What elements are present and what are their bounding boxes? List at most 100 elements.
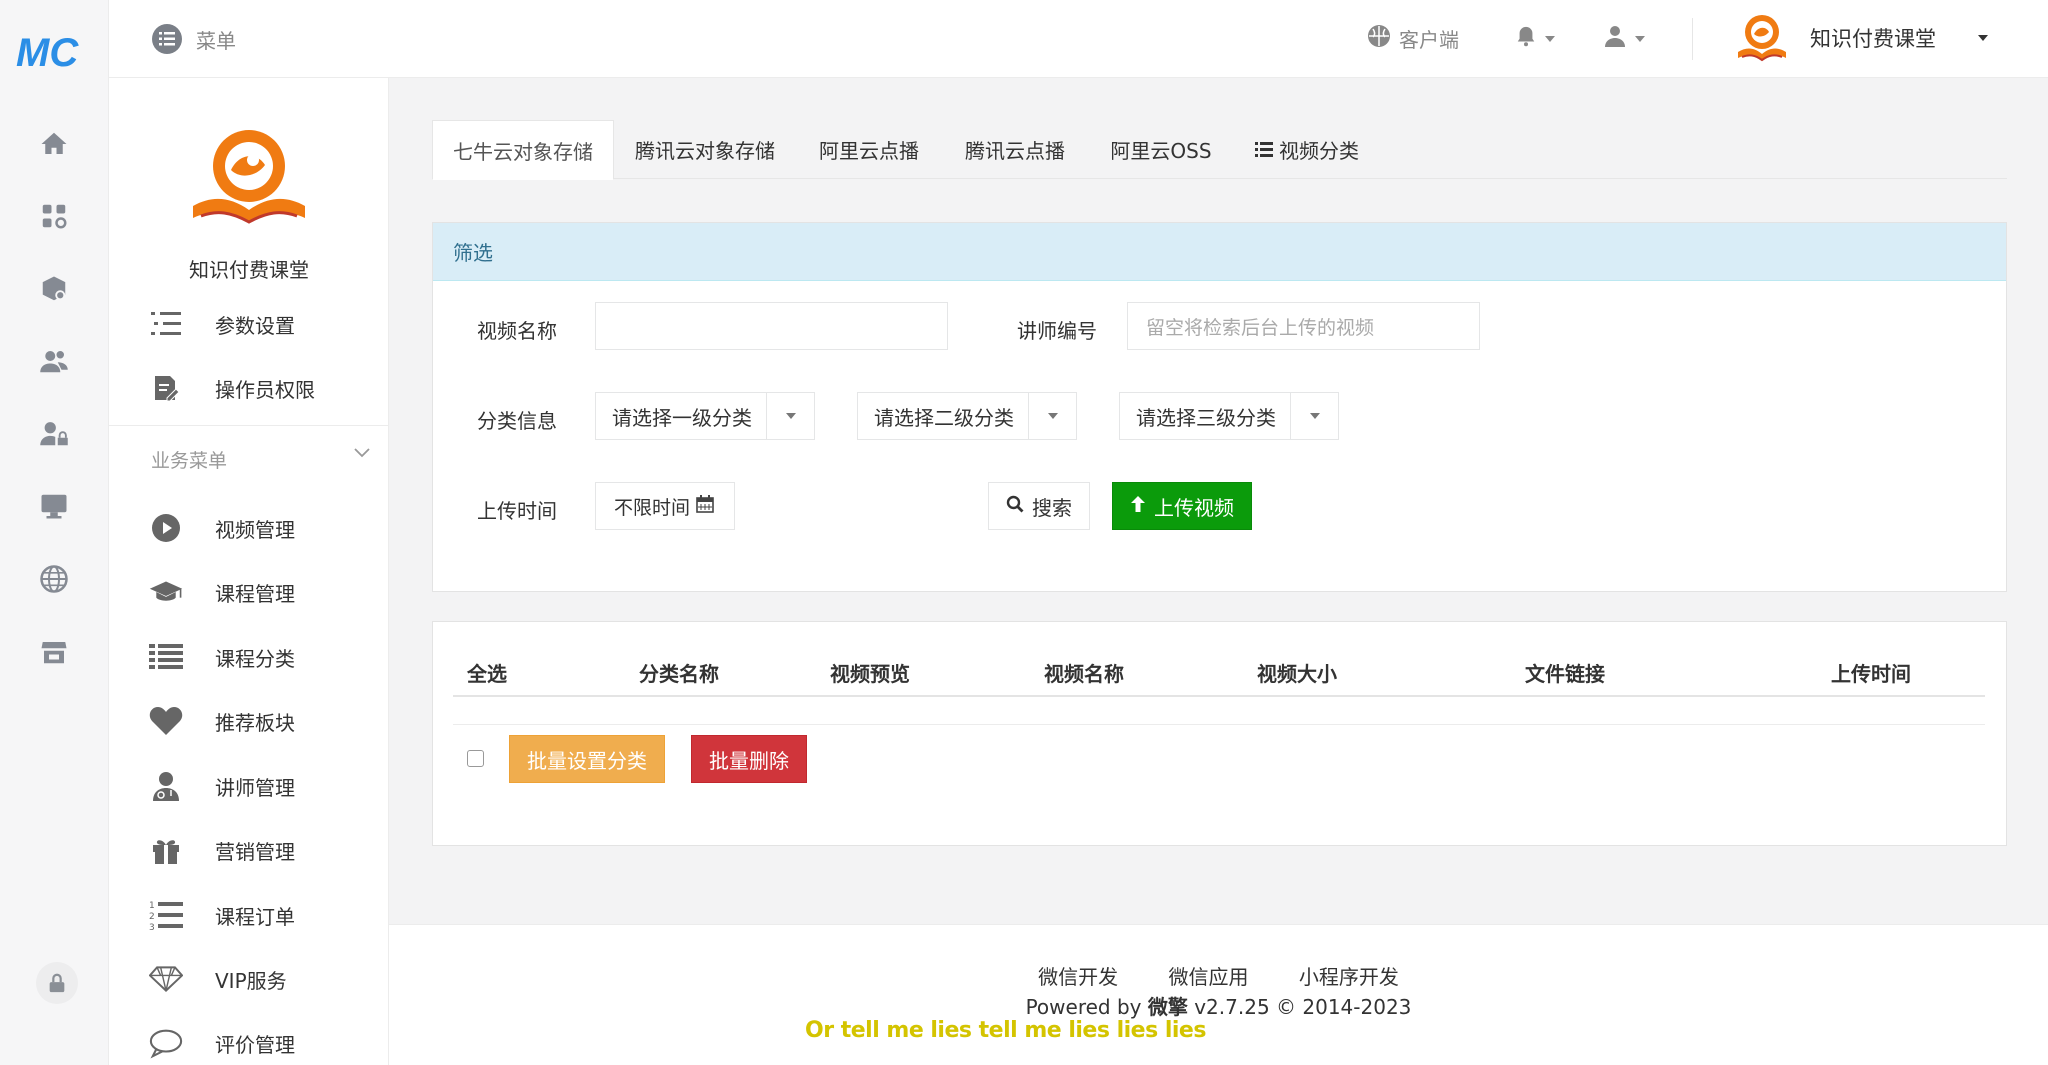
upload-video-button[interactable]: 上传视频 (1112, 482, 1252, 530)
sidebar-item-label: 评价管理 (215, 1032, 295, 1057)
tab-aliyun-oss[interactable]: 阿里云OSS (1088, 120, 1234, 179)
footer-link-miniprogram[interactable]: 小程序开发 (1299, 965, 1399, 989)
category-level2-select[interactable]: 请选择二级分类 (857, 392, 1077, 440)
tab-tencent-cos[interactable]: 腾讯云对象存储 (614, 120, 796, 179)
sidebar-item-settings[interactable]: 参数设置 (109, 299, 388, 349)
teacher-id-label: 讲师编号 (1017, 319, 1097, 343)
site-logo[interactable]: MC (16, 30, 88, 74)
column-category-name: 分类名称 (639, 662, 719, 686)
sidebar-item-review-management[interactable]: 评价管理 (109, 1018, 388, 1065)
package-settings-icon[interactable] (38, 273, 70, 305)
table-row-divider (453, 724, 1985, 725)
search-icon (1006, 494, 1024, 518)
user-icon (1603, 24, 1627, 53)
sidebar-item-course-category[interactable]: 课程分类 (109, 632, 388, 682)
sidebar-item-recommend-block[interactable]: 推荐板块 (109, 696, 388, 746)
client-label: 客户端 (1399, 28, 1459, 52)
upload-time-picker[interactable]: 不限时间 (595, 482, 735, 530)
client-globe-icon (1367, 24, 1391, 53)
menu-label: 菜单 (196, 28, 236, 53)
sidebar-item-label: 操作员权限 (215, 377, 315, 402)
apps-icon[interactable] (38, 200, 70, 232)
svg-text:2: 2 (149, 912, 155, 922)
column-video-size: 视频大小 (1257, 662, 1337, 686)
video-name-label: 视频名称 (477, 319, 557, 343)
column-video-name: 视频名称 (1044, 662, 1124, 686)
tab-label: 腾讯云对象存储 (635, 139, 775, 163)
diamond-icon (149, 962, 183, 996)
list-icon (149, 640, 183, 674)
sidebar-item-teacher-management[interactable]: 讲师管理 (109, 761, 388, 811)
sidebar-divider (109, 425, 388, 426)
batch-set-category-button[interactable]: 批量设置分类 (509, 735, 665, 783)
chevron-down-icon (1635, 35, 1645, 42)
store-icon[interactable] (38, 636, 70, 668)
sidebar-item-course-orders[interactable]: 123 课程订单 (109, 890, 388, 940)
monitor-icon[interactable] (38, 490, 70, 522)
select-all-checkbox[interactable] (467, 750, 484, 767)
tab-aliyun-vod[interactable]: 阿里云点播 (796, 120, 942, 179)
header-divider (1692, 18, 1693, 60)
filter-panel-title: 筛选 (433, 223, 2006, 281)
tab-label: 视频分类 (1279, 139, 1359, 163)
footer-links: 微信开发 微信应用 小程序开发 (389, 961, 2048, 990)
upload-time-label: 上传时间 (477, 499, 557, 523)
home-icon[interactable] (38, 128, 70, 160)
chevron-down-icon[interactable] (353, 444, 371, 462)
svg-text:3: 3 (149, 923, 155, 931)
sidebar-item-label: 课程管理 (215, 581, 295, 606)
category-label: 分类信息 (477, 409, 557, 433)
batch-delete-button[interactable]: 批量删除 (691, 735, 807, 783)
lock-screen-icon[interactable] (36, 962, 78, 1004)
column-video-preview: 视频预览 (830, 662, 910, 686)
brand-block: 知识付费课堂 (109, 78, 388, 300)
tab-tencent-vod[interactable]: 腾讯云点播 (942, 120, 1088, 179)
globe-icon[interactable] (38, 563, 70, 595)
sidebar-item-course-management[interactable]: 课程管理 (109, 567, 388, 617)
sidebar-item-video-management[interactable]: 视频管理 (109, 503, 388, 553)
sidebar-item-vip-service[interactable]: VIP服务 (109, 954, 388, 1004)
users-icon[interactable] (38, 345, 70, 377)
bell-icon (1515, 24, 1537, 53)
sidebar-item-operator-permissions[interactable]: 操作员权限 (109, 363, 388, 413)
footer-link-wechat-apps[interactable]: 微信应用 (1169, 965, 1249, 989)
category-level3-select[interactable]: 请选择三级分类 (1119, 392, 1339, 440)
arrow-up-icon (1130, 494, 1146, 518)
account-dropdown[interactable] (1603, 24, 1645, 53)
powered-by: Powered by 微擎 v2.7.25 © 2014-2023 (389, 991, 2048, 1020)
category-level1-value: 请选择一级分类 (612, 405, 752, 430)
search-button-label: 搜索 (1032, 495, 1072, 520)
sidebar-item-marketing-management[interactable]: 营销管理 (109, 825, 388, 875)
list-icon (1255, 138, 1273, 162)
list-icon (149, 307, 183, 341)
search-button[interactable]: 搜索 (988, 482, 1090, 530)
storage-tabs: 七牛云对象存储 腾讯云对象存储 阿里云点播 腾讯云点播 阿里云OSS 视频分类 (432, 120, 2007, 180)
video-name-input[interactable] (595, 302, 948, 350)
svg-text:1: 1 (149, 901, 155, 911)
chevron-down-icon (766, 393, 814, 439)
upload-video-button-label: 上传视频 (1154, 495, 1234, 520)
gift-icon (149, 833, 183, 867)
powered-suffix: v2.7.25 © 2014-2023 (1187, 995, 1412, 1019)
upload-time-value: 不限时间 (614, 496, 691, 519)
powered-brand[interactable]: 微擎 (1148, 995, 1188, 1019)
calendar-icon (696, 494, 714, 518)
tab-qiniu[interactable]: 七牛云对象存储 (432, 120, 614, 180)
brand-name: 知识付费课堂 (189, 258, 309, 282)
client-button[interactable]: 客户端 (1367, 24, 1459, 53)
menu-toggle-button[interactable]: 菜单 (152, 24, 236, 54)
sidebar-item-label: 推荐板块 (215, 710, 295, 735)
tab-label: 七牛云对象存储 (453, 139, 593, 164)
user-lock-icon[interactable] (38, 418, 70, 450)
sidebar-item-label: 讲师管理 (215, 775, 295, 800)
column-file-link: 文件链接 (1525, 662, 1605, 686)
footer-link-wechat-dev[interactable]: 微信开发 (1038, 965, 1118, 989)
category-level1-select[interactable]: 请选择一级分类 (595, 392, 815, 440)
teacher-id-input[interactable]: 留空将检索后台上传的视频 (1127, 302, 1480, 350)
column-select-all[interactable]: 全选 (467, 658, 507, 687)
category-level3-value: 请选择三级分类 (1136, 405, 1276, 430)
user-menu[interactable]: 知识付费课堂 (1734, 12, 1988, 64)
notifications-dropdown[interactable] (1515, 24, 1555, 53)
tab-video-category[interactable]: 视频分类 (1234, 120, 1380, 179)
comment-icon (149, 1026, 183, 1060)
